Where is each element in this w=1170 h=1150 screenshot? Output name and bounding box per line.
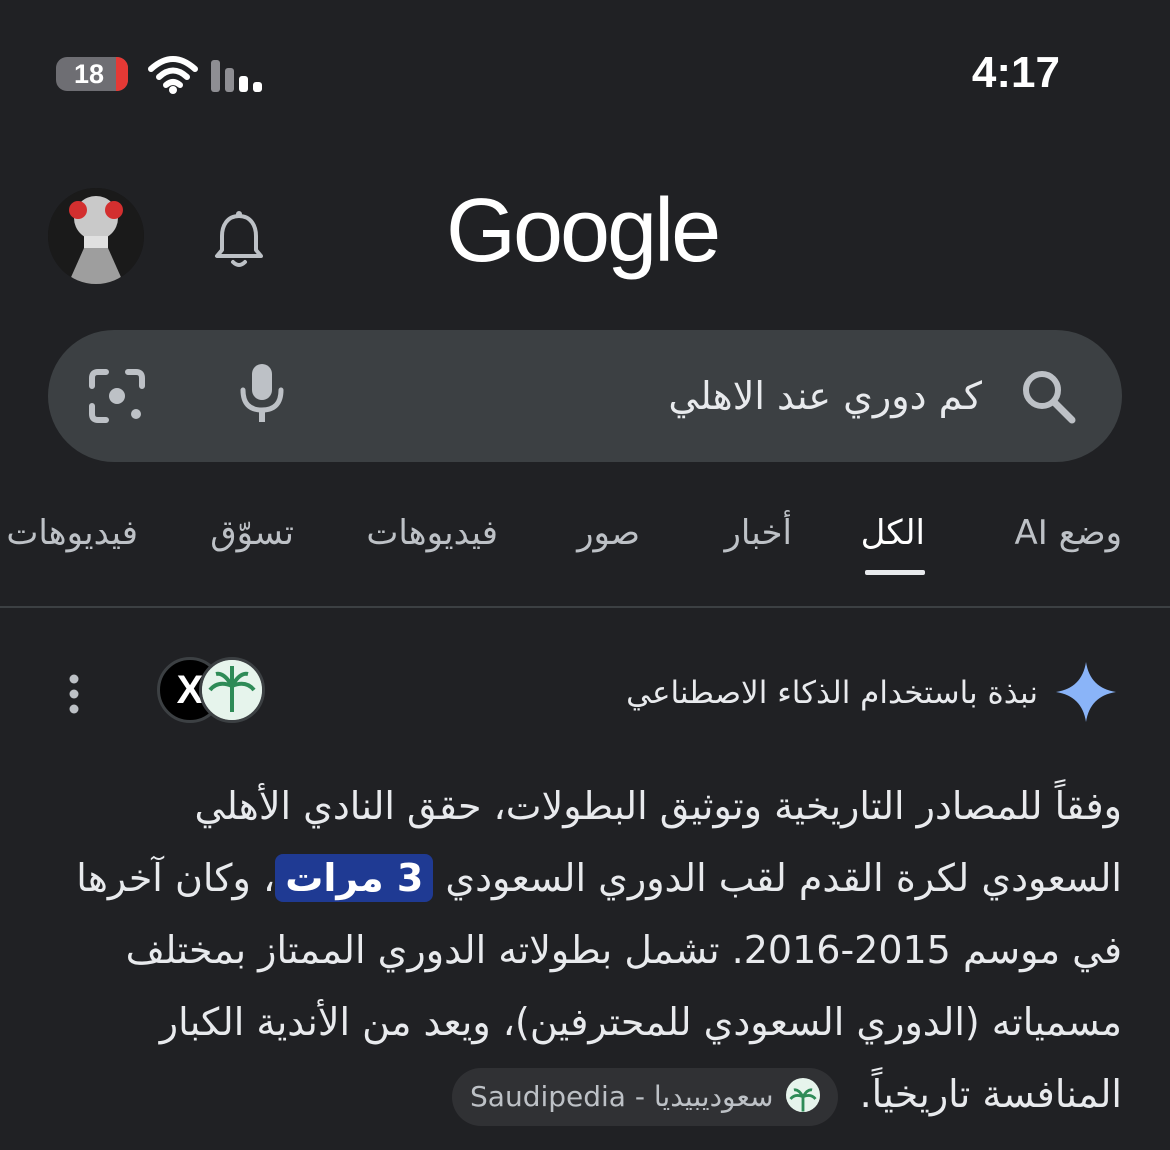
tab-shopping[interactable]: تسوّق [210, 505, 294, 561]
tabs-divider [0, 606, 1170, 608]
source-chip[interactable]: سعودیبیدیا - Saudipedia [452, 1067, 838, 1126]
search-tabs: وضع AI الكل أخبار صور فيديوهات تسوّق فيد… [0, 505, 1170, 605]
saudipedia-chip-icon [785, 1077, 820, 1112]
tab-videos[interactable]: فيديوهات [366, 505, 498, 561]
tab-all[interactable]: الكل [861, 505, 925, 561]
source-chip-label: سعودیبیدیا - Saudipedia [470, 1079, 774, 1113]
cellular-signal-icon [211, 60, 262, 92]
tab-images[interactable]: صور [577, 505, 640, 561]
google-lens-icon[interactable] [88, 368, 146, 424]
tab-videos-2[interactable]: فيديوهات [6, 505, 138, 561]
search-icon[interactable] [1020, 368, 1076, 424]
profile-avatar[interactable] [48, 188, 144, 284]
microphone-icon[interactable] [238, 362, 286, 426]
ai-overview-text: وفقاً للمصادر التاريخية وتوثيق البطولات،… [42, 770, 1122, 1130]
ai-overview-title: نبذة باستخدام الذكاء الاصطناعي [626, 675, 1038, 711]
more-options-icon[interactable] [66, 674, 82, 714]
bell-icon[interactable] [213, 210, 265, 270]
ai-overview-sources[interactable]: X [157, 657, 267, 723]
search-input[interactable]: كم دوري عند الاهلي [668, 330, 982, 462]
avatar-image [48, 188, 144, 284]
battery-percent: 18 [73, 59, 105, 89]
google-logo: Google [446, 181, 721, 281]
battery-indicator: 18 [56, 57, 128, 91]
active-tab-indicator [865, 570, 925, 575]
sparkle-icon [1056, 662, 1116, 722]
status-time: 4:17 [971, 48, 1060, 97]
saudipedia-icon [199, 657, 265, 723]
wifi-icon [148, 56, 198, 94]
search-box[interactable]: كم دوري عند الاهلي [48, 330, 1122, 462]
highlighted-answer: 3 مرات [275, 854, 434, 902]
tab-news[interactable]: أخبار [724, 505, 792, 561]
tab-ai-mode[interactable]: وضع AI [1015, 505, 1123, 561]
